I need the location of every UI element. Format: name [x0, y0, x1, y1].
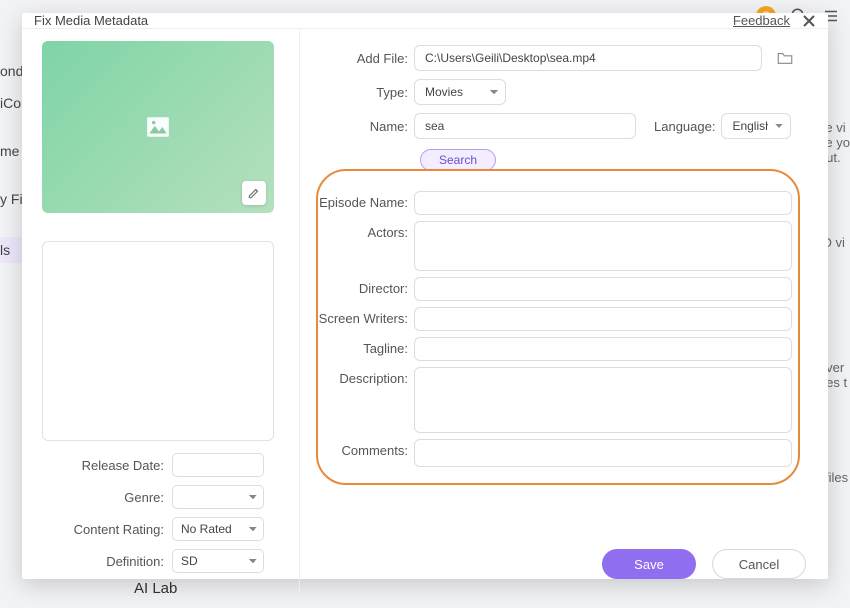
content-rating-select[interactable]: No Rated: [172, 517, 264, 541]
language-label: Language:: [654, 119, 715, 134]
cancel-button[interactable]: Cancel: [712, 549, 806, 579]
actors-input[interactable]: [414, 221, 792, 271]
description-label: Description:: [310, 367, 414, 433]
fix-metadata-modal: Fix Media Metadata Feedback Release Date…: [22, 13, 828, 579]
add-file-label: Add File:: [310, 51, 414, 66]
name-label: Name:: [310, 119, 414, 134]
cover-thumbnail: [42, 41, 274, 213]
feedback-link[interactable]: Feedback: [733, 13, 790, 28]
director-label: Director:: [310, 277, 414, 301]
genre-label: Genre:: [42, 490, 172, 505]
modal-title: Fix Media Metadata: [34, 13, 148, 28]
name-input[interactable]: [414, 113, 636, 139]
definition-label: Definition:: [42, 554, 172, 569]
actors-label: Actors:: [310, 221, 414, 271]
tagline-input[interactable]: [414, 337, 792, 361]
edit-cover-button[interactable]: [242, 181, 266, 205]
comments-label: Comments:: [310, 439, 414, 467]
close-icon[interactable]: [802, 14, 816, 28]
screen-writers-input[interactable]: [414, 307, 792, 331]
search-button[interactable]: Search: [420, 149, 496, 171]
content-rating-label: Content Rating:: [42, 522, 172, 537]
episode-name-label: Episode Name:: [310, 191, 414, 215]
add-file-input[interactable]: [414, 45, 762, 71]
pencil-icon: [247, 186, 261, 200]
screen-writers-label: Screen Writers:: [310, 307, 414, 331]
save-button[interactable]: Save: [602, 549, 696, 579]
director-input[interactable]: [414, 277, 792, 301]
episode-name-input[interactable]: [414, 191, 792, 215]
release-date-input[interactable]: [172, 453, 264, 477]
genre-select[interactable]: [172, 485, 264, 509]
language-select[interactable]: English: [721, 113, 791, 139]
image-placeholder-icon: [144, 114, 172, 140]
folder-icon[interactable]: [776, 50, 794, 66]
type-select[interactable]: Movies: [414, 79, 506, 105]
definition-select[interactable]: SD: [172, 549, 264, 573]
tagline-label: Tagline:: [310, 337, 414, 361]
synopsis-box: [42, 241, 274, 441]
type-label: Type:: [310, 85, 414, 100]
comments-input[interactable]: [414, 439, 792, 467]
description-input[interactable]: [414, 367, 792, 433]
release-date-label: Release Date:: [42, 458, 172, 473]
